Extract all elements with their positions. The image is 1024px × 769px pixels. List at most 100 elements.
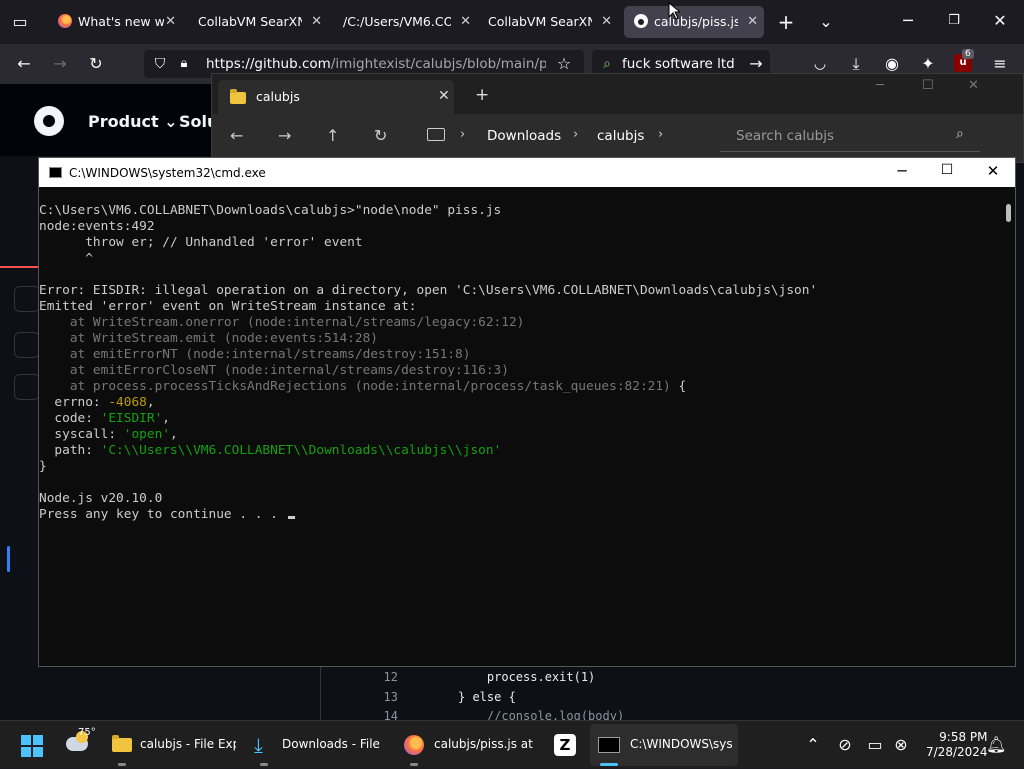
- weather-temperature: 75°: [78, 727, 96, 738]
- network-off-icon[interactable]: ⊘: [836, 735, 854, 755]
- explorer-tab[interactable]: calubjs ✕: [218, 80, 454, 114]
- minimize-icon[interactable]: ─: [898, 11, 918, 31]
- account-icon[interactable]: ◉: [882, 54, 902, 74]
- search-go-arrow-icon[interactable]: →: [746, 54, 766, 74]
- taskbar: 75° calubjs - File Expl ⤓ Downloads - Fi…: [0, 720, 1024, 768]
- volume-muted-icon[interactable]: ⊗: [892, 735, 910, 755]
- taskbar-app-file-explorer-1[interactable]: calubjs - File Expl: [106, 721, 240, 769]
- chevron-right-icon[interactable]: ›: [658, 127, 663, 142]
- console-line: Error: EISDIR: illegal operation on a di…: [39, 283, 999, 299]
- close-icon[interactable]: ✕: [601, 6, 612, 38]
- explorer-toolbar: ← → ↑ ↻ › Downloads › calubjs › Search c…: [212, 114, 1023, 162]
- taskbar-app-zed[interactable]: Z: [552, 721, 578, 769]
- back-arrow-icon[interactable]: ←: [230, 126, 243, 145]
- taskbar-app-cmd[interactable]: C:\WINDOWS\syst: [590, 724, 738, 766]
- console-value: -4068: [108, 395, 147, 410]
- console-text: at WriteStream.emit (node:events:514:28): [39, 331, 378, 346]
- search-icon[interactable]: [14, 374, 40, 400]
- console-line: Emitted 'error' event on WriteStream ins…: [39, 299, 999, 315]
- display-icon[interactable]: ▭: [866, 735, 884, 755]
- console-text: Emitted 'error' event on WriteStream ins…: [39, 299, 417, 314]
- console-punct: {: [670, 379, 687, 394]
- zed-icon: Z: [554, 734, 576, 756]
- search-engine-icon[interactable]: ⌕: [598, 54, 616, 74]
- scrollbar-thumb[interactable]: [1006, 204, 1011, 222]
- sidebar-toggle-icon[interactable]: [14, 286, 40, 312]
- bookmark-star-icon[interactable]: ☆: [554, 54, 574, 74]
- code-line: } else {: [458, 690, 516, 704]
- console-line: }: [39, 459, 999, 475]
- taskbar-app-firefox[interactable]: calubjs/piss.js at m: [398, 721, 538, 769]
- breadcrumb-calubjs[interactable]: calubjs: [597, 128, 644, 144]
- github-logo-icon[interactable]: [34, 106, 64, 136]
- close-window-icon[interactable]: ✕: [968, 78, 979, 93]
- cmd-window: C:\WINDOWS\system32\cmd.exe ─ ☐ ✕ C:\Use…: [38, 157, 1016, 667]
- close-window-icon[interactable]: ✕: [990, 11, 1010, 31]
- menu-hamburger-icon[interactable]: ≡: [990, 54, 1010, 74]
- search-placeholder: Search calubjs: [736, 128, 835, 144]
- this-pc-icon[interactable]: [427, 128, 445, 141]
- extensions-icon[interactable]: ✦: [918, 54, 938, 74]
- start-button[interactable]: [21, 735, 43, 757]
- tab-github-piss-js[interactable]: calubjs/piss.js a ✕: [624, 6, 764, 38]
- taskbar-app-file-explorer-2[interactable]: ⤓ Downloads - File E: [248, 721, 388, 769]
- close-icon[interactable]: ✕: [460, 6, 471, 38]
- console-key: code:: [39, 411, 101, 426]
- close-icon[interactable]: ✕: [747, 6, 758, 38]
- reload-icon[interactable]: ↻: [86, 54, 106, 74]
- forward-arrow-icon[interactable]: →: [278, 126, 291, 145]
- maximize-icon[interactable]: ☐: [927, 162, 967, 178]
- maximize-icon[interactable]: ☐: [922, 78, 934, 93]
- explorer-search-input[interactable]: Search calubjs ⌕: [720, 120, 980, 152]
- shield-icon[interactable]: ⛉: [150, 54, 170, 74]
- new-tab-plus-icon[interactable]: +: [776, 12, 796, 32]
- up-arrow-icon[interactable]: ↑: [326, 126, 339, 145]
- downloads-icon[interactable]: ⤓: [846, 54, 866, 74]
- minimize-icon[interactable]: ─: [876, 78, 884, 93]
- notification-bell-icon[interactable]: 🔔︎: [986, 735, 1006, 755]
- console-key: path:: [39, 443, 101, 458]
- pocket-icon[interactable]: ◡: [810, 54, 830, 74]
- cmd-icon: [598, 737, 620, 753]
- console-line: code: 'EISDIR',: [39, 411, 999, 427]
- console-punct: ,: [162, 411, 170, 426]
- url-path: /imightexist/calubjs/blob/main/piss.js: [330, 56, 546, 72]
- taskbar-clock[interactable]: 9:58 PM 7/28/2024: [926, 730, 988, 760]
- restore-icon[interactable]: ❐: [944, 11, 964, 31]
- tab-whats-new[interactable]: What's new with ✕: [48, 6, 182, 38]
- branch-icon[interactable]: [14, 332, 40, 358]
- nav-product-label: Product: [88, 112, 159, 131]
- close-icon[interactable]: ✕: [165, 6, 176, 38]
- back-arrow-icon[interactable]: ←: [14, 54, 34, 74]
- close-icon[interactable]: ✕: [311, 6, 322, 38]
- console-line: errno: -4068,: [39, 395, 999, 411]
- nav-product[interactable]: Product ⌄: [88, 112, 178, 131]
- firefox-icon: [404, 735, 424, 755]
- tab-collabvm-searxng-1[interactable]: CollabVM SearXNG ✕: [188, 6, 328, 38]
- close-window-icon[interactable]: ✕: [973, 162, 1013, 180]
- minimize-icon[interactable]: ─: [882, 162, 922, 180]
- breadcrumb-downloads[interactable]: Downloads: [487, 128, 561, 144]
- console-text: at WriteStream.onerror (node:internal/st…: [39, 315, 525, 330]
- chevron-up-icon[interactable]: ⌃: [804, 735, 822, 755]
- tab-collabvm-searxng-2[interactable]: CollabVM SearXNG ✕: [478, 6, 618, 38]
- cmd-title: C:\WINDOWS\system32\cmd.exe: [69, 166, 266, 180]
- forward-arrow-icon[interactable]: →: [50, 54, 70, 74]
- close-icon[interactable]: ✕: [438, 88, 450, 104]
- tab-local-file[interactable]: /C:/Users/VM6.COLL ✕: [333, 6, 477, 38]
- console-text: throw er; // Unhandled 'error' event: [39, 235, 363, 250]
- console-value: 'C:\\Users\\VM6.COLLABNET\\Downloads\\ca…: [100, 443, 502, 458]
- refresh-icon[interactable]: ↻: [374, 126, 387, 145]
- search-icon: ⌕: [956, 126, 964, 142]
- new-tab-plus-icon[interactable]: +: [475, 85, 489, 105]
- chevron-right-icon: ›: [460, 127, 466, 142]
- list-all-tabs-chevron-icon[interactable]: ⌄: [816, 12, 836, 32]
- console-text: C:\Users\VM6.COLLABNET\Downloads\calubjs…: [39, 203, 502, 218]
- cmd-console-output[interactable]: C:\Users\VM6.COLLABNET\Downloads\calubjs…: [39, 203, 999, 523]
- cmd-title-bar[interactable]: C:\WINDOWS\system32\cmd.exe ─ ☐ ✕: [39, 158, 1015, 187]
- weather-widget[interactable]: 75°: [62, 721, 102, 769]
- tab-overview-icon[interactable]: ▭: [10, 12, 30, 32]
- lock-icon[interactable]: 🔒︎: [176, 54, 192, 74]
